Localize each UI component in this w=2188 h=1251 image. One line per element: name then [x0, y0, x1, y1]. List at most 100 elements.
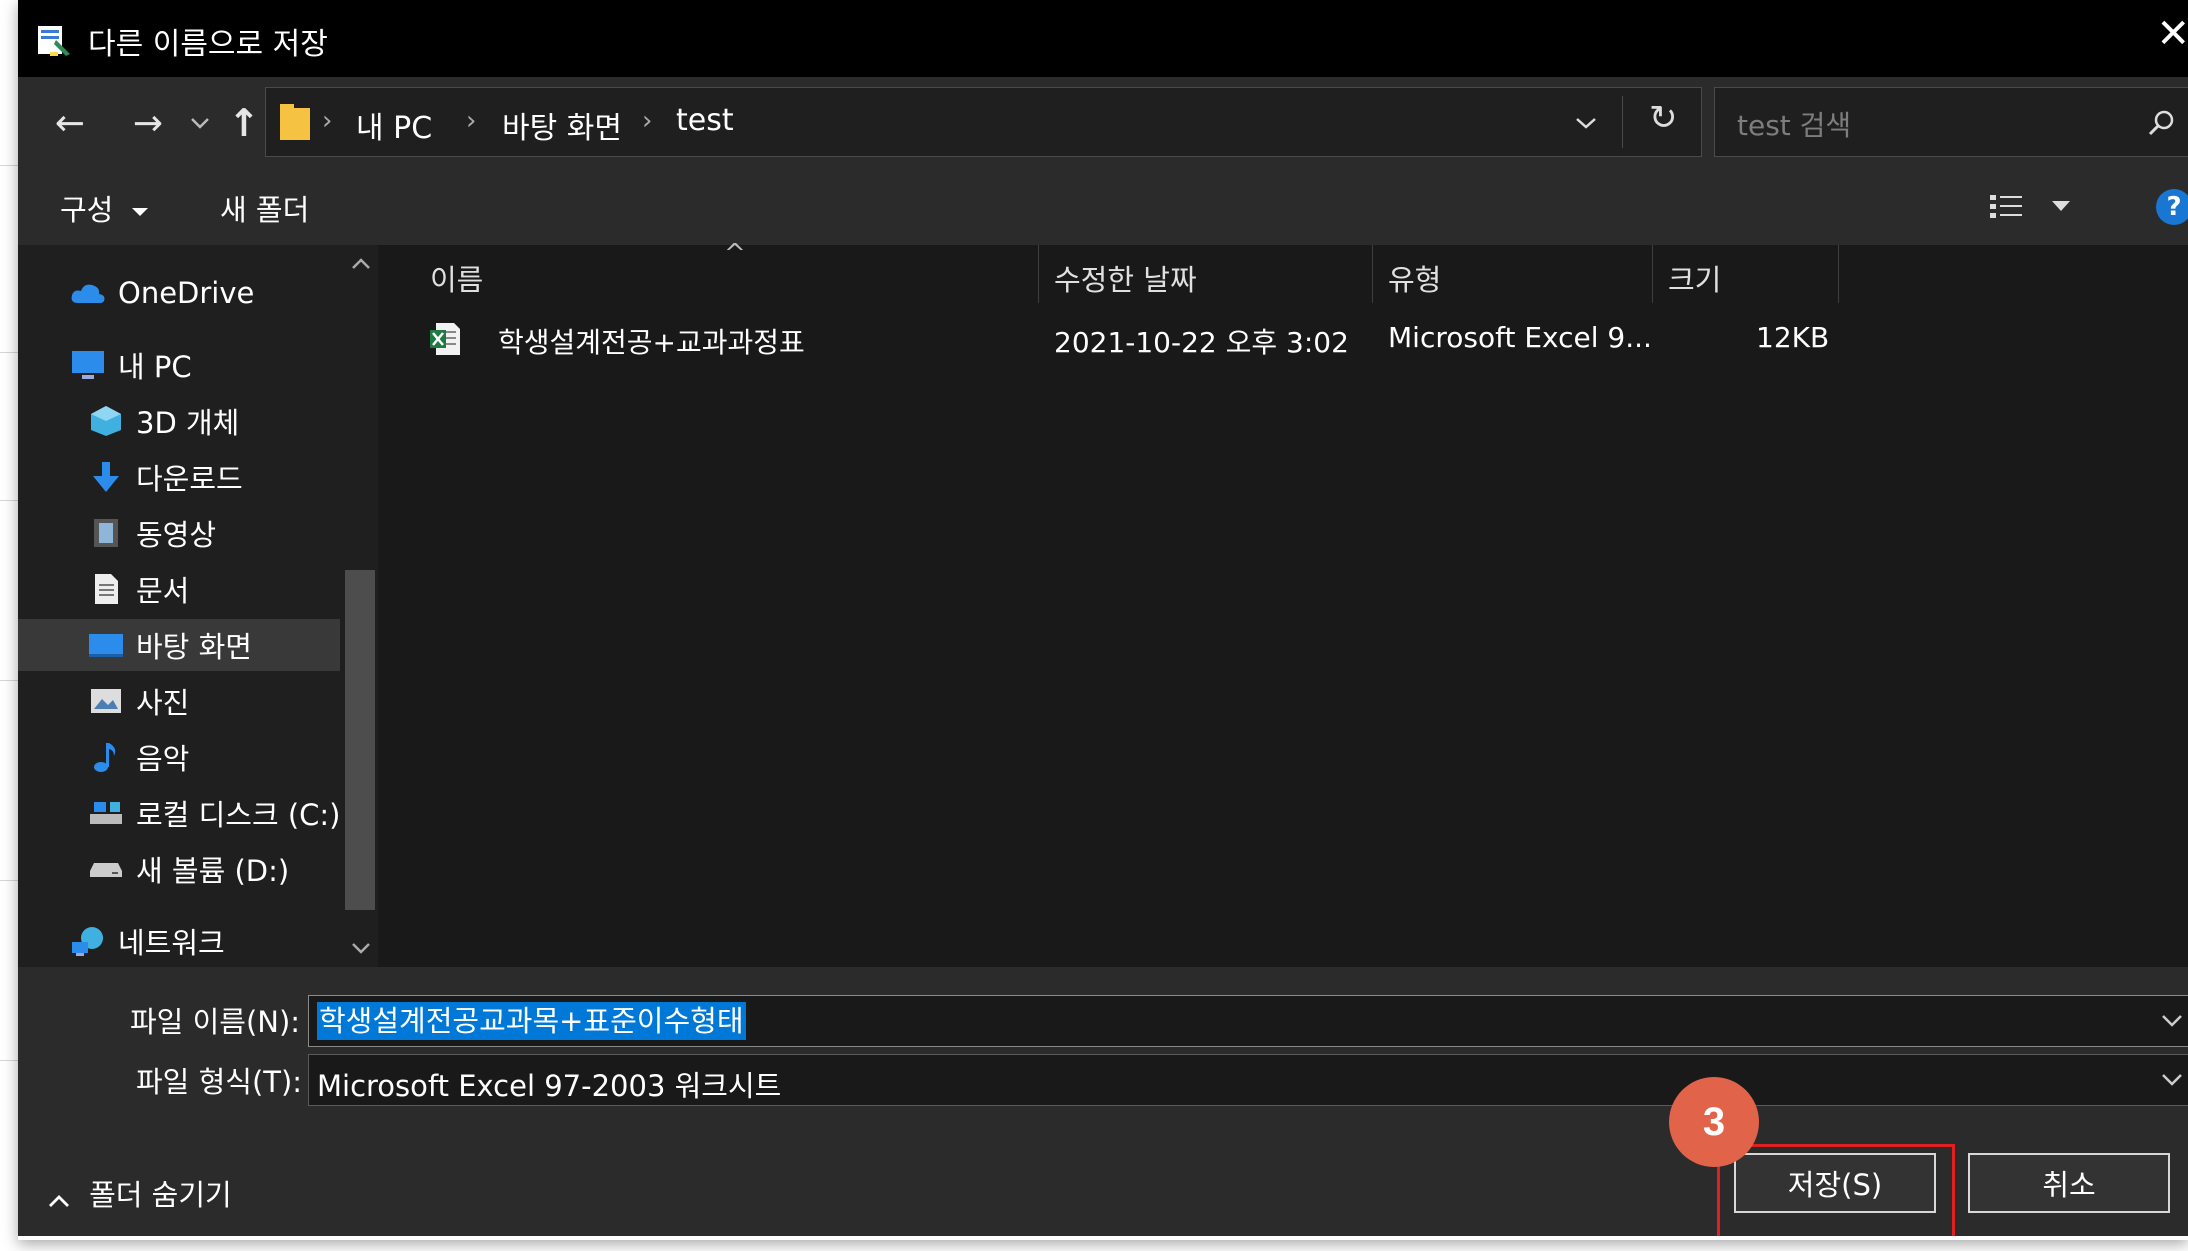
computer-icon — [70, 347, 106, 383]
cube-icon — [88, 403, 124, 439]
column-divider[interactable] — [1652, 245, 1653, 303]
file-type: Microsoft Excel 9... — [1388, 321, 1652, 354]
nav-item-label: 사진 — [136, 686, 190, 720]
cloud-icon — [70, 275, 106, 311]
nav-item-label: 문서 — [136, 574, 190, 608]
dialog-title: 다른 이름으로 저장 — [88, 27, 328, 62]
hide-folders-label: 폴더 숨기기 — [89, 1178, 232, 1212]
nav-item-label: 새 볼륨 (D:) — [136, 854, 290, 888]
breadcrumb-item-desktop[interactable]: 바탕 화면 — [502, 103, 622, 147]
nav-item-new-volume-d[interactable]: 새 볼륨 (D:) — [88, 843, 289, 895]
back-button[interactable]: ← — [40, 77, 100, 169]
organize-button[interactable]: 구성 — [60, 187, 149, 229]
file-row[interactable]: 학생설계전공+교과과정표 2021-10-22 오후 3:02 Microsof… — [378, 313, 2188, 363]
sort-ascending-icon: ^ — [724, 239, 746, 269]
arrow-up-icon: ↑ — [228, 101, 260, 145]
filename-input[interactable]: 학생설계전공교과목+표준이수형태 — [317, 1002, 746, 1040]
nav-item-videos[interactable]: 동영상 — [88, 507, 216, 559]
nav-item-downloads[interactable]: 다운로드 — [88, 451, 243, 503]
network-icon — [70, 923, 106, 959]
arrow-left-icon: ← — [54, 102, 86, 144]
nav-item-label: 네트워크 — [118, 926, 225, 960]
column-header-size[interactable]: 크기 — [1668, 257, 1721, 299]
document-icon — [88, 571, 124, 607]
cancel-button[interactable]: 취소 — [1968, 1153, 2170, 1213]
nav-item-label: 바탕 화면 — [136, 630, 252, 664]
column-header-name[interactable]: 이름 — [430, 257, 483, 299]
nav-item-label: 내 PC — [118, 350, 192, 384]
file-modified: 2021-10-22 오후 3:02 — [1054, 326, 1349, 359]
column-divider[interactable] — [1372, 245, 1373, 303]
nav-item-label: 동영상 — [136, 518, 217, 552]
save-button-highlight — [1717, 1144, 1955, 1240]
dialog-bottom-edge — [18, 1236, 2188, 1240]
address-bar[interactable]: › 내 PC › 바탕 화면 › test ↻ — [265, 87, 1702, 157]
nav-item-this-pc[interactable]: 내 PC — [70, 339, 192, 391]
chevron-up-icon[interactable] — [351, 258, 371, 270]
nav-item-label: 로컬 디스크 (C:) — [136, 798, 341, 832]
nav-item-local-disk-c[interactable]: 로컬 디스크 (C:) — [88, 787, 340, 839]
nav-item-label: 다운로드 — [136, 462, 243, 496]
folder-icon — [280, 104, 310, 140]
chevron-down-icon[interactable] — [2161, 1073, 2183, 1087]
caret-down-icon — [131, 208, 148, 216]
breadcrumb-separator: › — [322, 106, 333, 136]
filetype-label: 파일 형식(T): — [136, 1065, 303, 1099]
picture-icon — [88, 683, 124, 719]
breadcrumb-item-pc[interactable]: 내 PC — [356, 103, 432, 147]
file-list-pane: ^ 이름 수정한 날짜 유형 크기 학생설계전공+교과과정표 2021-10-2… — [378, 239, 2188, 967]
nav-item-onedrive[interactable]: OneDrive — [70, 267, 254, 319]
navigation-pane: OneDrive 내 PC 3D 개체 다운로드 동영상 문서 바탕 화면 사진… — [18, 245, 378, 967]
nav-item-pictures[interactable]: 사진 — [88, 675, 189, 727]
desktop-icon — [88, 627, 124, 663]
close-icon[interactable]: ✕ — [2156, 14, 2188, 54]
column-header-type[interactable]: 유형 — [1388, 257, 1441, 299]
address-divider — [1622, 96, 1623, 148]
filetype-value: Microsoft Excel 97-2003 워크시트 — [317, 1069, 782, 1103]
column-divider[interactable] — [1838, 245, 1839, 303]
organize-label: 구성 — [60, 193, 114, 227]
recent-locations-button[interactable] — [178, 77, 222, 169]
search-icon[interactable] — [2147, 108, 2177, 138]
navigation-bar: ← → ↑ › 내 PC › 바탕 화면 › test ↻ test 검색 — [18, 77, 2188, 169]
nav-item-3d-objects[interactable]: 3D 개체 — [88, 395, 239, 447]
nav-pane-scrollbar-thumb[interactable] — [345, 570, 375, 910]
view-options-button[interactable] — [1988, 191, 2078, 227]
filetype-select[interactable]: Microsoft Excel 97-2003 워크시트 — [308, 1054, 2188, 1106]
chevron-down-icon[interactable] — [351, 942, 371, 954]
forward-button[interactable]: → — [118, 77, 178, 169]
nav-item-desktop[interactable]: 바탕 화면 — [18, 619, 340, 671]
nav-item-label: OneDrive — [118, 276, 255, 310]
search-input[interactable]: test 검색 — [1737, 104, 1851, 144]
column-divider[interactable] — [1038, 245, 1039, 303]
view-list-icon — [1990, 195, 2070, 218]
excel-file-icon — [430, 323, 460, 355]
file-name: 학생설계전공+교과과정표 — [498, 326, 805, 359]
nav-item-music[interactable]: 음악 — [88, 731, 189, 783]
nav-item-label: 음악 — [136, 742, 190, 776]
command-toolbar: 구성 새 폴더 ? — [18, 169, 2188, 245]
refresh-icon[interactable]: ↻ — [1649, 98, 1678, 138]
nav-item-network[interactable]: 네트워크 — [70, 915, 225, 967]
drive-icon — [88, 851, 124, 887]
video-icon — [88, 515, 124, 551]
breadcrumb-separator: › — [466, 106, 477, 136]
chevron-down-icon[interactable] — [1574, 116, 1598, 130]
up-button[interactable]: ↑ — [222, 77, 266, 169]
chevron-down-icon[interactable] — [2161, 1014, 2183, 1028]
help-icon[interactable]: ? — [2156, 189, 2188, 225]
nav-item-label: 3D 개체 — [136, 406, 240, 440]
nav-item-documents[interactable]: 문서 — [88, 563, 189, 615]
column-header-date-modified[interactable]: 수정한 날짜 — [1054, 257, 1197, 299]
breadcrumb-item-test[interactable]: test — [676, 103, 734, 138]
chevron-up-icon — [49, 1194, 69, 1207]
new-folder-button[interactable]: 새 폴더 — [220, 187, 309, 229]
title-bar: 다른 이름으로 저장 ✕ — [18, 0, 2188, 77]
step-number-badge: 3 — [1669, 1077, 1759, 1167]
save-as-dialog: 다른 이름으로 저장 ✕ ← → ↑ › 내 PC › 바탕 화면 › test — [18, 0, 2188, 1240]
drive-icon — [88, 795, 124, 831]
filename-field[interactable]: 학생설계전공교과목+표준이수형태 — [308, 995, 2188, 1047]
hide-folders-button[interactable]: 폴더 숨기기 — [48, 1172, 232, 1214]
search-box[interactable]: test 검색 — [1714, 87, 2188, 157]
breadcrumb-separator: › — [642, 106, 653, 136]
